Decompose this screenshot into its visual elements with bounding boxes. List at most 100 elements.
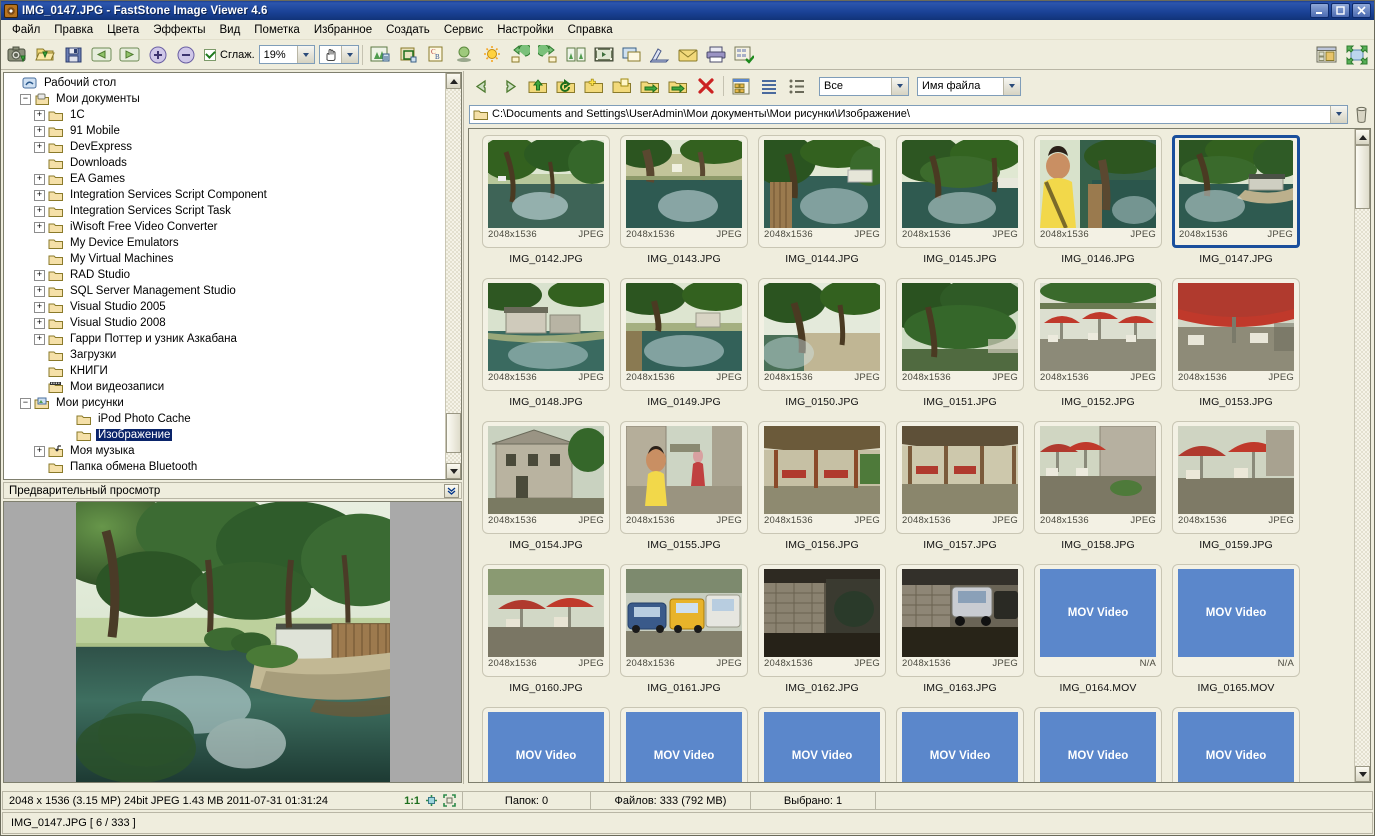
adjust-lighting-icon[interactable]: [478, 42, 506, 68]
twisty-expand[interactable]: +: [34, 205, 45, 217]
rotate-right-icon[interactable]: [534, 42, 562, 68]
tree-item-ipod-photo-cache[interactable]: iPod Photo Cache: [6, 411, 445, 427]
thumbnail-cell[interactable]: 2048x1536 JPEG IMG_0159.JPG: [1167, 421, 1305, 564]
scroll-track[interactable]: [446, 453, 461, 463]
delete-icon[interactable]: [692, 73, 720, 99]
thumbnail-cell[interactable]: 2048x1536 JPEG IMG_0151.JPG: [891, 278, 1029, 421]
move-to-folder-icon[interactable]: [636, 73, 664, 99]
menu-colors[interactable]: Цвета: [100, 22, 146, 38]
refresh-icon[interactable]: [552, 73, 580, 99]
contact-sheet-icon[interactable]: [730, 42, 758, 68]
twisty-expand[interactable]: +: [34, 109, 45, 121]
twisty-expand[interactable]: +: [34, 445, 45, 457]
thumbnail-tile[interactable]: MOV Video N/A: [896, 707, 1024, 782]
tree-item-zagruzki[interactable]: Загрузки: [6, 347, 445, 363]
tree-item-visual-studio-2008[interactable]: + Visual Studio 2008: [6, 315, 445, 331]
tree-item-harry-potter[interactable]: + Гарри Поттер и узник Азкабана: [6, 331, 445, 347]
thumbnail-tile[interactable]: 2048x1536 JPEG: [482, 135, 610, 248]
twisty-expand[interactable]: +: [34, 317, 45, 329]
thumbnail-cell[interactable]: 2048x1536 JPEG IMG_0155.JPG: [615, 421, 753, 564]
thumbnail-cell[interactable]: 2048x1536 JPEG IMG_0163.JPG: [891, 564, 1029, 707]
forward-icon[interactable]: [496, 73, 524, 99]
twisty-expand[interactable]: +: [34, 189, 45, 201]
scroll-track[interactable]: [1355, 209, 1370, 766]
thumbnail-cell[interactable]: 2048x1536 JPEG IMG_0143.JPG: [615, 135, 753, 278]
menu-settings[interactable]: Настройки: [490, 22, 560, 38]
list-view-icon[interactable]: [755, 73, 783, 99]
tree-item-downloads[interactable]: Downloads: [6, 155, 445, 171]
thumbnail-cell[interactable]: 2048x1536 JPEG IMG_0153.JPG: [1167, 278, 1305, 421]
tree-item-bluetooth-exchange[interactable]: Папка обмена Bluetooth: [6, 459, 445, 475]
thumbnail-tile[interactable]: 2048x1536 JPEG: [896, 278, 1024, 391]
thumbnail-tile[interactable]: 2048x1536 JPEG: [758, 278, 886, 391]
fullscreen-icon[interactable]: [1343, 42, 1371, 68]
thumbnail-tile[interactable]: MOV Video N/A: [620, 707, 748, 782]
thumbnail-tile[interactable]: MOV Video N/A: [1034, 564, 1162, 677]
twisty-expand[interactable]: +: [34, 269, 45, 281]
tree-vertical-scrollbar[interactable]: [445, 73, 461, 479]
thumbnail-tile[interactable]: MOV Video N/A: [1172, 564, 1300, 677]
thumbnail-grid[interactable]: 2048x1536 JPEG IMG_0142.JPG 2048x1536 JP…: [469, 129, 1354, 782]
thumbnail-tile[interactable]: MOV Video N/A: [1034, 707, 1162, 782]
thumbnail-tile[interactable]: MOV Video N/A: [1172, 707, 1300, 782]
scroll-thumb[interactable]: [446, 413, 461, 453]
resize-icon[interactable]: [366, 42, 394, 68]
twisty-expand[interactable]: +: [34, 333, 45, 345]
filter-combo[interactable]: Все: [819, 76, 909, 96]
scroll-down-button[interactable]: [1355, 766, 1370, 782]
window-layout-icon[interactable]: [1313, 42, 1341, 68]
thumbnail-tile[interactable]: 2048x1536 JPEG: [482, 278, 610, 391]
thumbnail-cell[interactable]: MOV Video N/A IMG_0167.MOV: [615, 707, 753, 782]
back-icon[interactable]: [468, 73, 496, 99]
thumbnail-tile[interactable]: 2048x1536 JPEG: [620, 421, 748, 534]
chevron-down-icon[interactable]: [1003, 77, 1020, 95]
open-folder-icon[interactable]: [32, 42, 60, 68]
thumbnail-tile[interactable]: 2048x1536 JPEG: [896, 135, 1024, 248]
new-folder-icon[interactable]: [580, 73, 608, 99]
drop-shadow-icon[interactable]: [450, 42, 478, 68]
rotate-left-icon[interactable]: [506, 42, 534, 68]
twisty-collapse[interactable]: −: [20, 397, 31, 409]
menu-effects[interactable]: Эффекты: [146, 22, 212, 38]
sort-combo[interactable]: Имя файла: [917, 76, 1021, 96]
thumbnail-vertical-scrollbar[interactable]: [1354, 129, 1370, 782]
save-icon[interactable]: [60, 42, 88, 68]
thumbnail-tile[interactable]: 2048x1536 JPEG: [620, 135, 748, 248]
thumbnail-cell[interactable]: 2048x1536 JPEG IMG_0162.JPG: [753, 564, 891, 707]
up-icon[interactable]: [524, 73, 552, 99]
zoom-combo[interactable]: 19%: [258, 45, 315, 64]
tree-item-visual-studio-2005[interactable]: + Visual Studio 2005: [6, 299, 445, 315]
thumbnail-cell[interactable]: 2048x1536 JPEG IMG_0144.JPG: [753, 135, 891, 278]
thumbnail-cell[interactable]: MOV Video N/A IMG_0170.MOV: [1029, 707, 1167, 782]
thumbnail-tile[interactable]: 2048x1536 JPEG: [620, 278, 748, 391]
thumbnail-cell[interactable]: 2048x1536 JPEG IMG_0160.JPG: [477, 564, 615, 707]
compare-icon[interactable]: [562, 42, 590, 68]
scroll-up-button[interactable]: [1355, 129, 1370, 145]
zoom-out-icon[interactable]: [172, 42, 200, 68]
tree-item-my-music[interactable]: + Моя музыка: [6, 443, 445, 459]
thumbnail-tile[interactable]: 2048x1536 JPEG: [1034, 135, 1162, 248]
paste-icon[interactable]: [664, 73, 692, 99]
twisty-collapse[interactable]: −: [20, 93, 31, 105]
tree-item-my-virtual-machines[interactable]: My Virtual Machines: [6, 251, 445, 267]
tree-item-knigi[interactable]: КНИГИ: [6, 363, 445, 379]
menu-create[interactable]: Создать: [379, 22, 437, 38]
thumbnail-view-icon[interactable]: [727, 73, 755, 99]
thumbnail-tile[interactable]: 2048x1536 JPEG: [1172, 278, 1300, 391]
thumbnail-tile[interactable]: 2048x1536 JPEG: [896, 421, 1024, 534]
thumbnail-cell[interactable]: 2048x1536 JPEG IMG_0158.JPG: [1029, 421, 1167, 564]
previous-icon[interactable]: [88, 42, 116, 68]
chevron-down-icon[interactable]: [340, 46, 358, 63]
thumbnail-cell-selected[interactable]: 2048x1536 JPEG IMG_0147.JPG: [1167, 135, 1305, 278]
wallpaper-icon[interactable]: [618, 42, 646, 68]
tree-item-ea-games[interactable]: + EA Games: [6, 171, 445, 187]
thumbnail-tile[interactable]: 2048x1536 JPEG: [896, 564, 1024, 677]
close-icon[interactable]: [1352, 3, 1371, 18]
recycle-bin-icon[interactable]: [1351, 104, 1371, 125]
thumbnail-cell[interactable]: MOV Video N/A IMG_0165.MOV: [1167, 564, 1305, 707]
email-icon[interactable]: [674, 42, 702, 68]
tree-item-sql-server-mgmt-studio[interactable]: + SQL Server Management Studio: [6, 283, 445, 299]
thumbnail-cell[interactable]: 2048x1536 JPEG IMG_0142.JPG: [477, 135, 615, 278]
tree-item-my-device-emulators[interactable]: My Device Emulators: [6, 235, 445, 251]
crop-icon[interactable]: [394, 42, 422, 68]
